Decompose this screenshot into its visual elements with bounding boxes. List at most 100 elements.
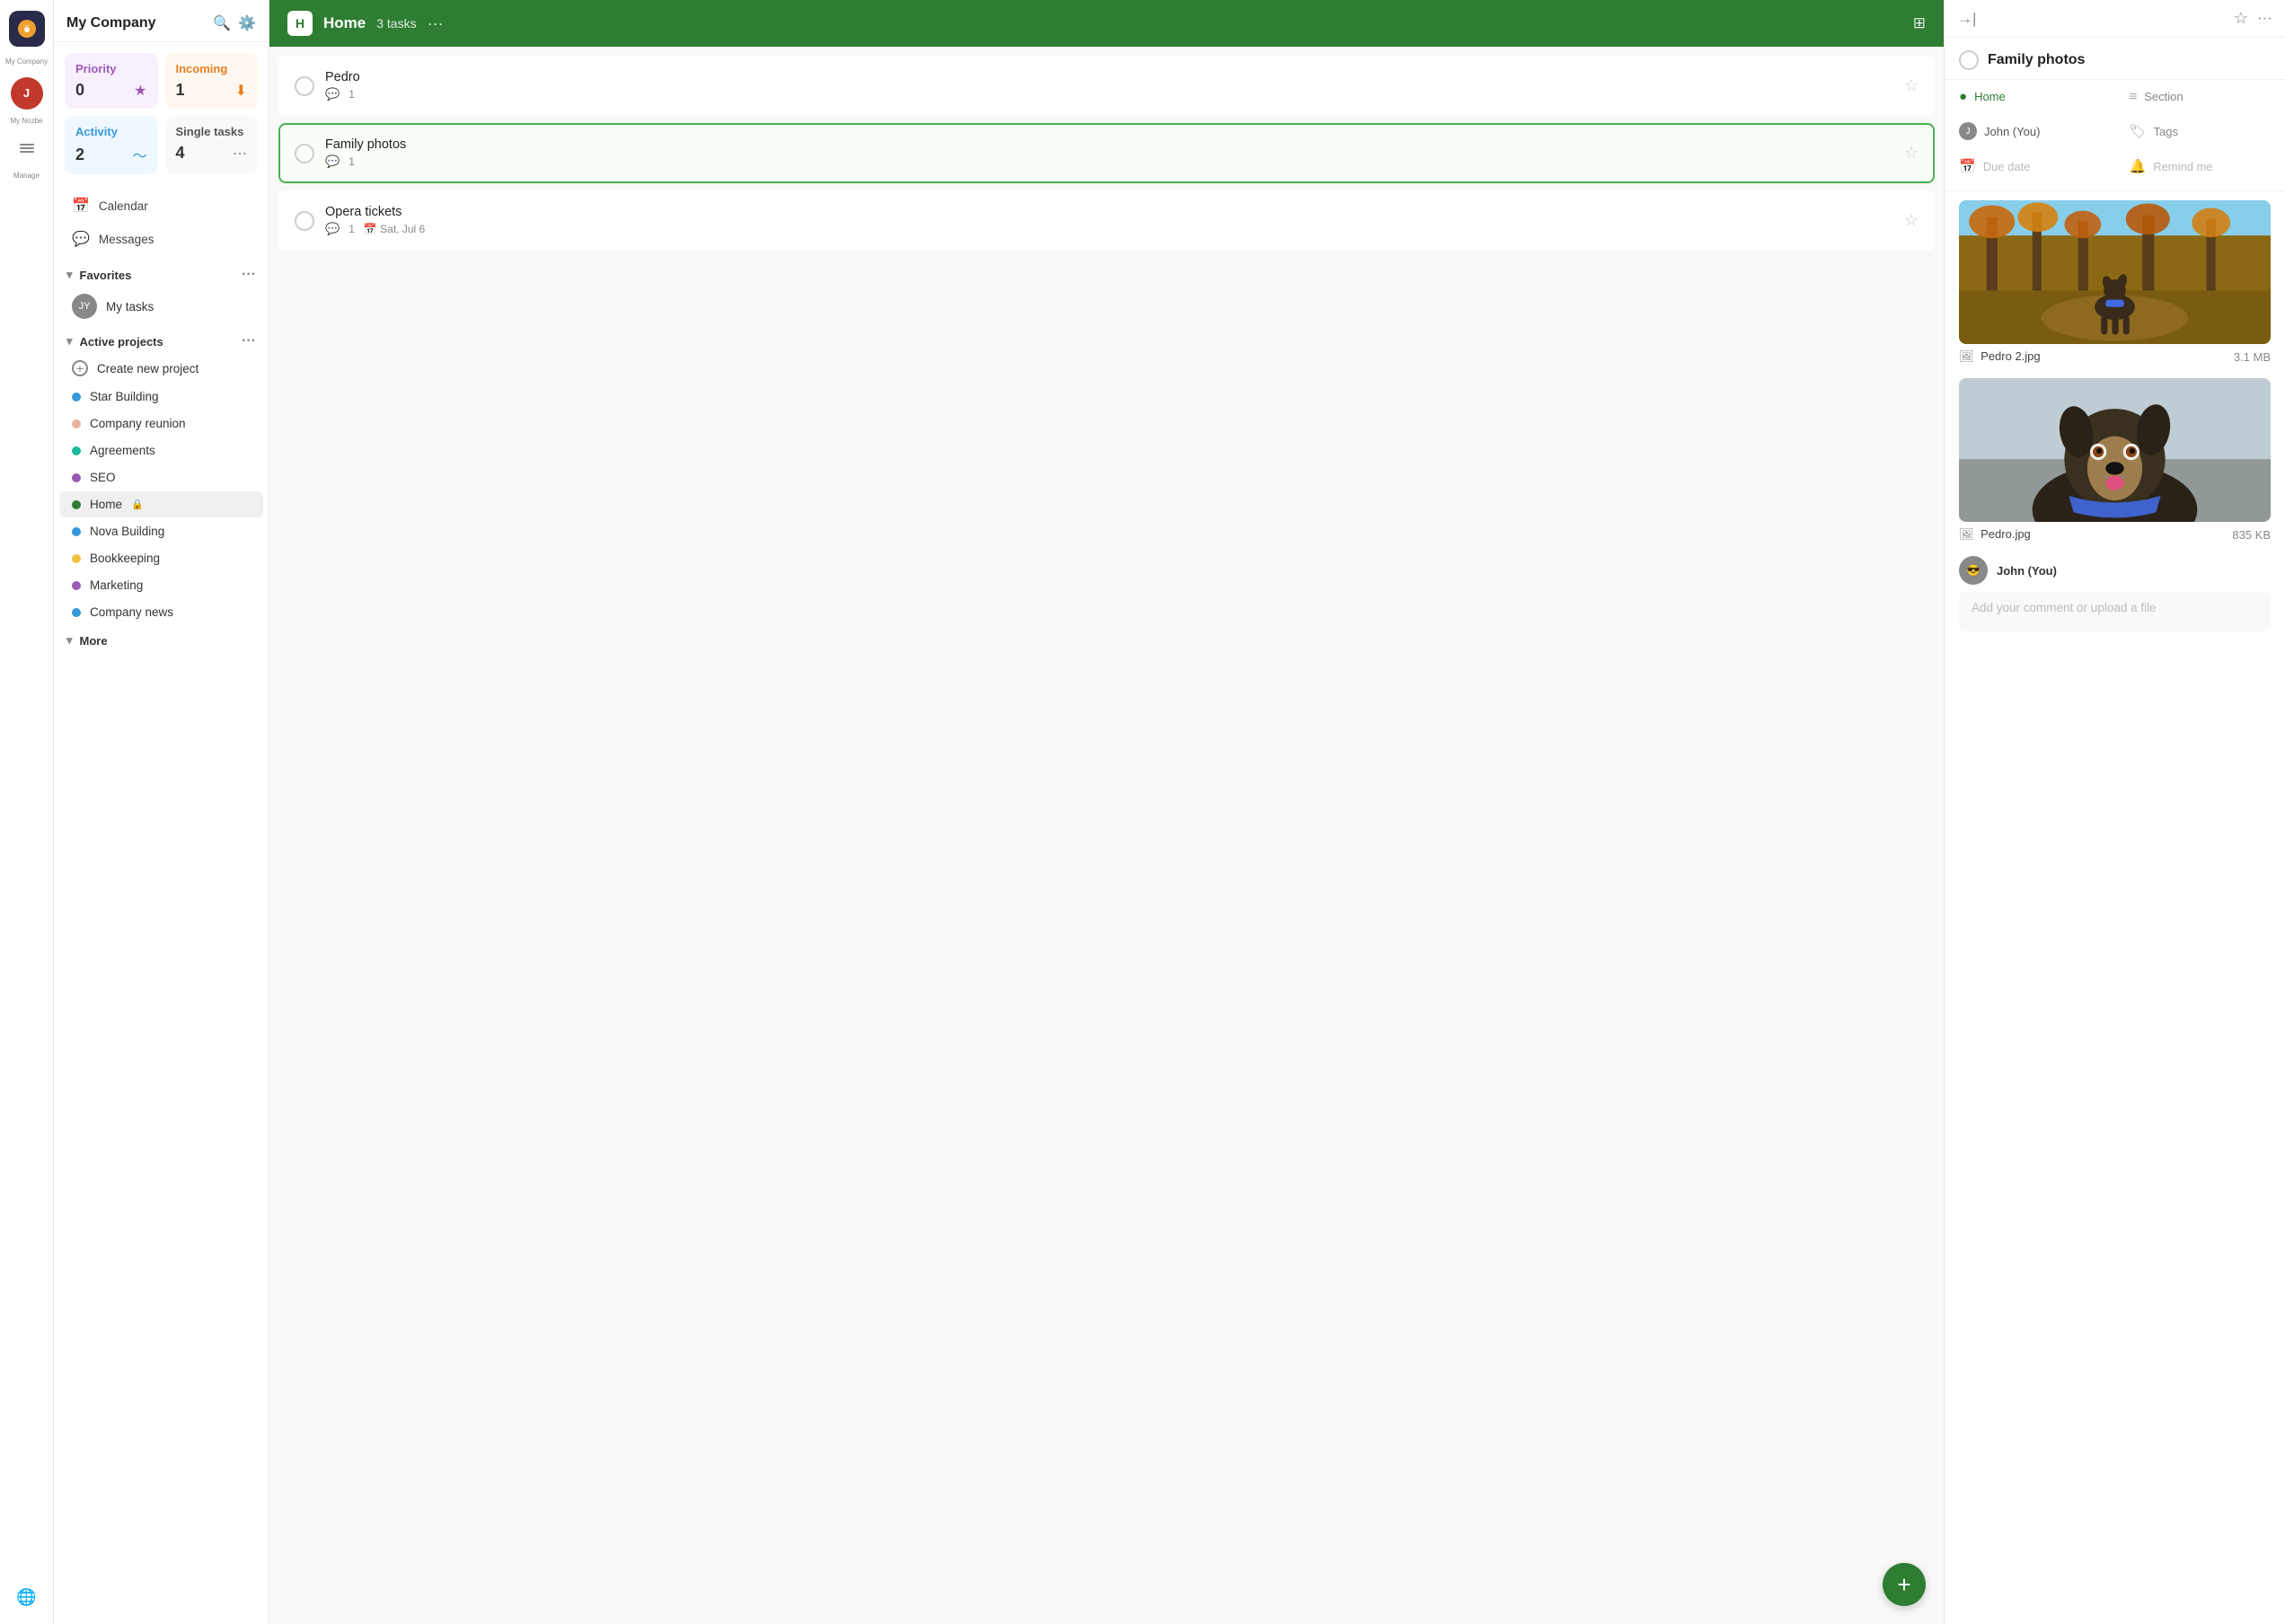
- assignee-avatar: J: [1959, 122, 1977, 140]
- incoming-card[interactable]: Incoming 1 ⬇: [165, 53, 259, 109]
- calendar-label: Calendar: [99, 199, 148, 213]
- app-icon[interactable]: [9, 11, 45, 47]
- globe-icon[interactable]: 🌐: [11, 1581, 43, 1613]
- panel-more-icon[interactable]: ···: [2257, 9, 2272, 28]
- activity-card[interactable]: Activity 2 〜: [65, 116, 158, 174]
- meta-tags-label: Tags: [2154, 125, 2178, 138]
- main-header: H Home 3 tasks ··· ⊞: [269, 0, 1944, 47]
- meta-section[interactable]: ≡ Section: [2115, 80, 2285, 113]
- attachment-pedro-image[interactable]: [1959, 378, 2271, 522]
- messages-icon: 💬: [72, 230, 90, 248]
- task-item-opera-tickets[interactable]: Opera tickets 💬 1 📅 Sat, Jul 6 ☆: [278, 190, 1935, 251]
- company-name: My Company: [66, 15, 156, 31]
- sidebar-item-star-building[interactable]: Star Building: [59, 384, 263, 410]
- activity-wave-icon: 〜: [132, 144, 146, 165]
- project-name: Nova Building: [90, 525, 164, 538]
- meta-assignee[interactable]: J John (You): [1945, 113, 2115, 149]
- task-content-pedro: Pedro 💬 1: [325, 70, 1893, 102]
- project-icon-symbol: H: [296, 16, 304, 31]
- single-tasks-card[interactable]: Single tasks 4 ⋯: [165, 116, 259, 174]
- task-checkbox-pedro[interactable]: [295, 76, 314, 96]
- single-tasks-label: Single tasks: [176, 125, 248, 138]
- pedro-filesize: 835 KB: [2232, 528, 2271, 542]
- task-star-opera-tickets[interactable]: ☆: [1904, 211, 1919, 230]
- task-star-family-photos[interactable]: ☆: [1904, 144, 1919, 163]
- pedro-filename: Pedro.jpg: [1981, 527, 2031, 541]
- task-content-opera-tickets: Opera tickets 💬 1 📅 Sat, Jul 6: [325, 205, 1893, 236]
- comment-count: 1: [348, 155, 355, 168]
- more-header[interactable]: ▾ More: [54, 626, 269, 651]
- file-icon-pedro2: 🖼: [1959, 349, 1974, 363]
- project-name: Marketing: [90, 578, 143, 592]
- add-project-icon: +: [72, 360, 88, 376]
- create-project-item[interactable]: + Create new project: [59, 354, 263, 383]
- project-color-dot: [72, 500, 81, 509]
- attachment-pedro2-image[interactable]: [1959, 200, 2271, 344]
- main-more-icon[interactable]: ···: [428, 14, 444, 33]
- messages-label: Messages: [99, 233, 154, 246]
- task-item-family-photos[interactable]: Family photos 💬 1 ☆: [278, 123, 1935, 183]
- add-task-fab[interactable]: +: [1883, 1563, 1926, 1606]
- manage-label: Manage: [13, 172, 40, 180]
- panel-header-icons: →|: [1957, 10, 1976, 28]
- sidebar-item-marketing[interactable]: Marketing: [59, 572, 263, 598]
- task-checkbox-family-photos[interactable]: [295, 144, 314, 163]
- project-name: Bookkeeping: [90, 552, 160, 565]
- meta-due-date[interactable]: 📅 Due date: [1945, 149, 2115, 183]
- right-panel: →| ☆ ··· Family photos ● Home ≡ Section …: [1944, 0, 2285, 1624]
- project-name: Home: [90, 498, 122, 511]
- sidebar-nav: 📅 Calendar 💬 Messages: [54, 185, 269, 260]
- active-projects-header: ▾ Active projects ···: [54, 326, 269, 353]
- sidebar-item-home[interactable]: Home 🔒: [59, 491, 263, 517]
- meta-project[interactable]: ● Home: [1945, 80, 2115, 113]
- meta-project-value: Home: [1974, 90, 2006, 103]
- comment-placeholder: Add your comment or upload a file: [1972, 601, 2157, 614]
- active-projects-more-icon[interactable]: ···: [242, 333, 256, 349]
- sidebar-item-seo[interactable]: SEO: [59, 464, 263, 490]
- company-label: My Company: [3, 57, 51, 66]
- project-icon: H: [287, 11, 313, 36]
- search-icon[interactable]: 🔍: [213, 14, 231, 32]
- sidebar-item-calendar[interactable]: 📅 Calendar: [59, 190, 263, 222]
- manage-btn[interactable]: [11, 132, 43, 164]
- task-detail-title-row: Family photos: [1945, 38, 2285, 80]
- favorites-more-icon[interactable]: ···: [242, 267, 256, 283]
- section-icon: ≡: [2130, 89, 2138, 104]
- incoming-label: Incoming: [176, 62, 248, 75]
- project-name: SEO: [90, 471, 116, 484]
- task-name-pedro: Pedro: [325, 70, 1893, 84]
- sidebar-item-agreements[interactable]: Agreements: [59, 437, 263, 463]
- project-name: Company news: [90, 605, 173, 619]
- sort-filter-icon[interactable]: ⊞: [1913, 14, 1926, 32]
- panel-collapse-icon[interactable]: →|: [1957, 10, 1976, 28]
- nozbe-label: My Nozbe: [3, 117, 51, 126]
- main-header-left: H Home 3 tasks ···: [287, 11, 444, 36]
- task-star-pedro[interactable]: ☆: [1904, 76, 1919, 95]
- comment-input[interactable]: Add your comment or upload a file: [1959, 592, 2271, 631]
- priority-card[interactable]: Priority 0 ★: [65, 53, 158, 109]
- settings-icon[interactable]: ⚙️: [238, 14, 256, 32]
- date-icon: 📅: [364, 223, 377, 235]
- lock-icon: 🔒: [131, 499, 144, 510]
- user-avatar[interactable]: J: [11, 77, 43, 110]
- task-name-family-photos: Family photos: [325, 137, 1893, 152]
- panel-star-icon[interactable]: ☆: [2234, 9, 2248, 28]
- sidebar-item-company-reunion[interactable]: Company reunion: [59, 410, 263, 437]
- meta-tags[interactable]: 🏷 Tags: [2115, 113, 2285, 149]
- task-checkbox-opera-tickets[interactable]: [295, 211, 314, 231]
- sidebar-item-nova-building[interactable]: Nova Building: [59, 518, 263, 544]
- project-color-dot: [72, 581, 81, 590]
- sidebar-item-my-tasks[interactable]: JY My tasks: [59, 287, 263, 325]
- commenter-name: John (You): [1997, 564, 2057, 578]
- task-detail-checkbox[interactable]: [1959, 50, 1979, 70]
- task-meta-pedro: 💬 1: [325, 87, 1893, 102]
- due-date-icon: 📅: [1959, 158, 1976, 174]
- task-list-items: Pedro 💬 1 ☆ Family photos 💬 1 ☆: [278, 56, 1935, 251]
- sidebar-item-company-news[interactable]: Company news: [59, 599, 263, 625]
- favorites-header: ▾ Favorites ···: [54, 260, 269, 287]
- task-item-pedro[interactable]: Pedro 💬 1 ☆: [278, 56, 1935, 116]
- sidebar-item-bookkeeping[interactable]: Bookkeeping: [59, 545, 263, 571]
- sidebar-item-messages[interactable]: 💬 Messages: [59, 223, 263, 255]
- activity-label: Activity: [75, 125, 147, 138]
- meta-remind-me[interactable]: 🔔 Remind me: [2115, 149, 2285, 183]
